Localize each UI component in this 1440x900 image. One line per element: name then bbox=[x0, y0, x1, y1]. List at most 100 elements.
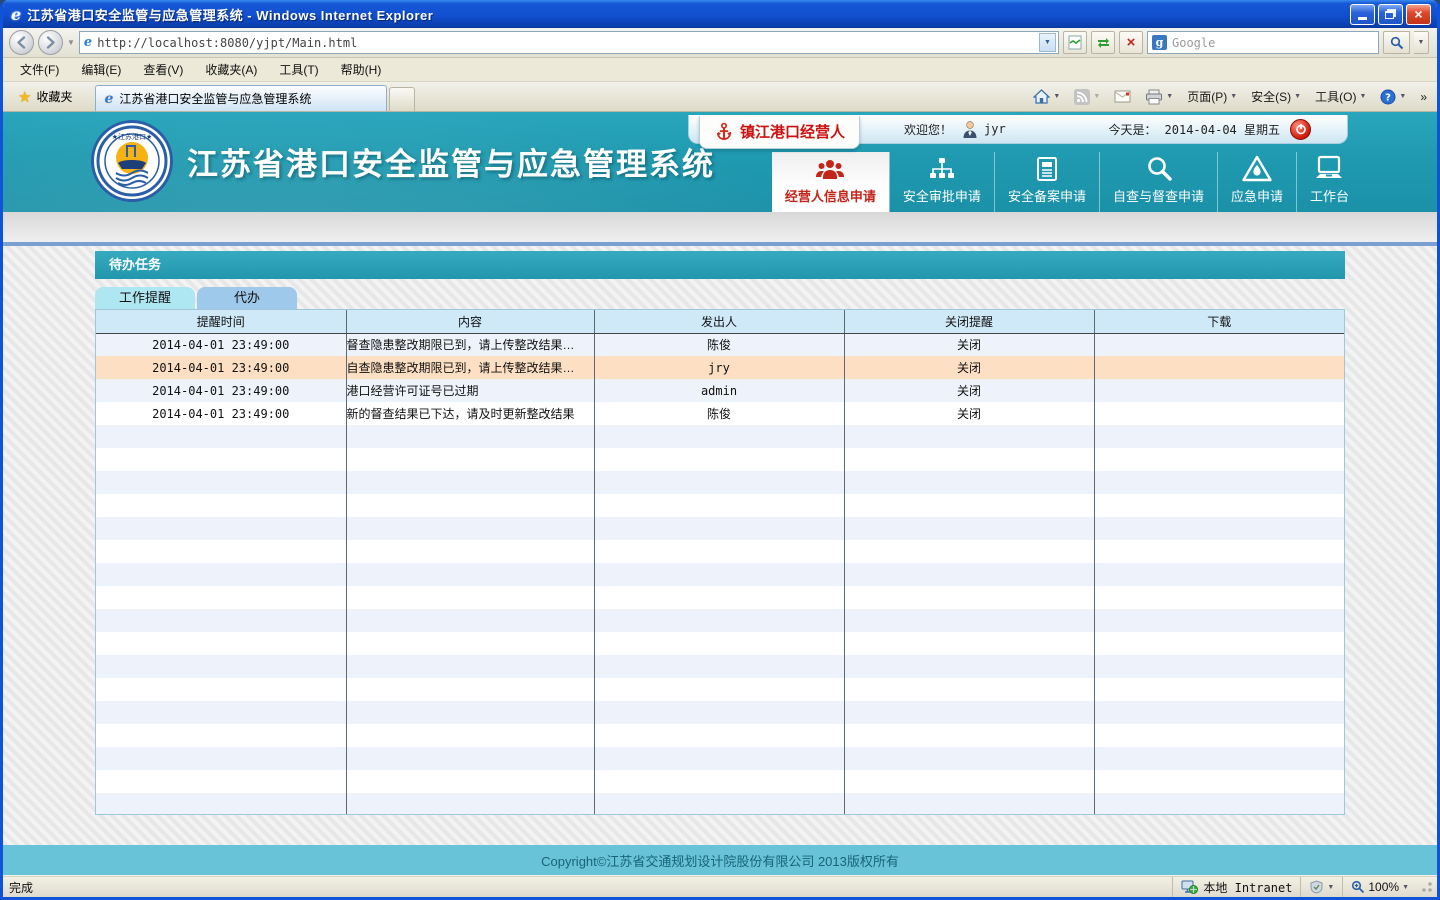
zoom-control[interactable]: 100% ▼ bbox=[1342, 877, 1417, 897]
close-reminder-link[interactable]: 关闭 bbox=[957, 338, 981, 352]
compatibility-button[interactable] bbox=[1063, 31, 1087, 54]
cell-download bbox=[1094, 793, 1344, 815]
cell-sender: 陈俊 bbox=[594, 402, 844, 425]
today-label: 今天是： bbox=[1109, 121, 1157, 138]
tools-menu[interactable]: 工具(O) ▼ bbox=[1309, 85, 1372, 108]
cell-sender bbox=[594, 609, 844, 632]
cell-download bbox=[1094, 747, 1344, 770]
cell-download bbox=[1094, 333, 1344, 356]
close-button[interactable]: × bbox=[1406, 4, 1431, 25]
favorites-star-icon: ★ bbox=[18, 88, 31, 106]
cell-remind-time: 2014-04-01 23:49:00 bbox=[96, 356, 346, 379]
cell-sender bbox=[594, 793, 844, 815]
cell-close bbox=[844, 655, 1094, 678]
minimize-button[interactable] bbox=[1350, 4, 1375, 25]
nav-safety-filing[interactable]: 安全备案申请 bbox=[994, 152, 1099, 212]
more-commands-button[interactable]: » bbox=[1414, 87, 1433, 107]
refresh-button[interactable] bbox=[1091, 31, 1115, 54]
menu-file[interactable]: 文件(F) bbox=[9, 58, 70, 81]
user-avatar-icon bbox=[962, 120, 978, 138]
feeds-icon bbox=[1074, 89, 1090, 105]
nav-label: 安全审批申请 bbox=[903, 186, 981, 205]
address-field[interactable]: e http://localhost:8080/yjpt/Main.html ▼ bbox=[79, 31, 1059, 54]
refresh-icon bbox=[1096, 36, 1111, 50]
logout-power-icon bbox=[1295, 123, 1307, 135]
tab-todo[interactable]: 代办 bbox=[197, 287, 297, 309]
browser-tab[interactable]: e 江苏省港口安全监管与应急管理系统 bbox=[95, 85, 387, 111]
page-menu[interactable]: 页面(P) ▼ bbox=[1181, 85, 1243, 108]
logout-button[interactable] bbox=[1290, 119, 1311, 140]
search-icon bbox=[1390, 36, 1404, 50]
app-header: ★江苏港口★ 江苏省港口安全监管与应急管理系统 镇江港口经营人 欢迎您！ bbox=[3, 112, 1437, 212]
table-header-row: 提醒时间 内容 发出人 关闭提醒 下载 bbox=[96, 310, 1344, 333]
col-close-reminder: 关闭提醒 bbox=[844, 310, 1094, 333]
tab-work-reminder[interactable]: 工作提醒 bbox=[95, 287, 195, 309]
menu-view[interactable]: 查看(V) bbox=[132, 58, 194, 81]
favorites-bar: ★ 收藏夹 e 江苏省港口安全监管与应急管理系统 ▼ ▼ ▼ bbox=[3, 82, 1437, 112]
cell-content: 督查隐患整改期限已到，请上传整改结果… bbox=[346, 333, 594, 356]
empty-row bbox=[96, 494, 1344, 517]
cell-close[interactable]: 关闭 bbox=[844, 333, 1094, 356]
cell-close bbox=[844, 632, 1094, 655]
menu-favorites[interactable]: 收藏夹(A) bbox=[194, 58, 268, 81]
task-row[interactable]: 2014-04-01 23:49:00港口经营许可证号已过期admin关闭 bbox=[96, 379, 1344, 402]
restore-button[interactable] bbox=[1378, 4, 1403, 25]
copyright-text: Copyright©江苏省交通规划设计院股份有限公司 2013版权所有 bbox=[541, 851, 899, 870]
empty-row bbox=[96, 425, 1344, 448]
print-button[interactable]: ▼ bbox=[1139, 86, 1179, 108]
close-reminder-link[interactable]: 关闭 bbox=[957, 407, 981, 421]
cell-close[interactable]: 关闭 bbox=[844, 402, 1094, 425]
resize-grip[interactable] bbox=[1421, 881, 1433, 893]
history-dropdown[interactable]: ▼ bbox=[67, 38, 75, 47]
search-dropdown[interactable]: ▼ bbox=[1414, 31, 1429, 54]
gauge-button[interactable]: ▼ bbox=[1300, 877, 1342, 897]
new-tab-button[interactable] bbox=[389, 87, 415, 111]
back-button[interactable] bbox=[9, 30, 34, 55]
sub-header-band bbox=[3, 212, 1437, 242]
svg-text:?: ? bbox=[1385, 92, 1391, 103]
stop-icon: × bbox=[1127, 35, 1136, 50]
forward-button[interactable] bbox=[38, 30, 63, 55]
cell-close bbox=[844, 448, 1094, 471]
home-dropdown-icon: ▼ bbox=[1053, 93, 1060, 100]
nav-emergency[interactable]: 应急申请 bbox=[1217, 152, 1296, 212]
nav-self-supervision[interactable]: 自查与督查申请 bbox=[1099, 152, 1217, 212]
security-menu[interactable]: 安全(S) ▼ bbox=[1245, 85, 1307, 108]
close-reminder-link[interactable]: 关闭 bbox=[957, 384, 981, 398]
cell-content bbox=[346, 724, 594, 747]
nav-safety-approval[interactable]: 安全审批申请 bbox=[889, 152, 994, 212]
stop-button[interactable]: × bbox=[1119, 31, 1143, 54]
nav-workbench[interactable]: 工作台 bbox=[1296, 152, 1362, 212]
help-button[interactable]: ? ▼ bbox=[1374, 86, 1412, 108]
search-button[interactable] bbox=[1383, 31, 1410, 54]
menu-help[interactable]: 帮助(H) bbox=[330, 58, 393, 81]
feeds-button[interactable]: ▼ bbox=[1068, 86, 1106, 108]
cell-close[interactable]: 关闭 bbox=[844, 379, 1094, 402]
home-button[interactable]: ▼ bbox=[1027, 86, 1066, 107]
gauge-icon bbox=[1309, 880, 1324, 894]
task-row[interactable]: 2014-04-01 23:49:00督查隐患整改期限已到，请上传整改结果…陈俊… bbox=[96, 333, 1344, 356]
menu-tools[interactable]: 工具(T) bbox=[268, 58, 329, 81]
app-title: 江苏省港口安全监管与应急管理系统 bbox=[187, 139, 715, 184]
address-dropdown[interactable]: ▼ bbox=[1039, 33, 1056, 52]
zone-icon bbox=[1181, 880, 1198, 894]
mail-button[interactable] bbox=[1108, 87, 1137, 106]
menu-edit[interactable]: 编辑(E) bbox=[70, 58, 132, 81]
cell-content: 港口经营许可证号已过期 bbox=[346, 379, 594, 402]
cell-remind-time bbox=[96, 563, 346, 586]
cell-remind-time bbox=[96, 517, 346, 540]
search-box[interactable]: g Google bbox=[1147, 31, 1379, 54]
col-download: 下载 bbox=[1094, 310, 1344, 333]
nav-operator-info[interactable]: 经营人信息申请 bbox=[772, 152, 889, 212]
cell-download bbox=[1094, 655, 1344, 678]
favorites-button[interactable]: ★ 收藏夹 bbox=[9, 83, 81, 111]
task-row[interactable]: 2014-04-01 23:49:00自查隐患整改期限已到，请上传整改结果…jr… bbox=[96, 356, 1344, 379]
empty-row bbox=[96, 655, 1344, 678]
tools-menu-label: 工具(O) bbox=[1315, 88, 1356, 105]
address-url[interactable]: http://localhost:8080/yjpt/Main.html bbox=[97, 36, 1034, 50]
col-sender: 发出人 bbox=[594, 310, 844, 333]
task-row[interactable]: 2014-04-01 23:49:00新的督查结果已下达，请及时更新整改结果陈俊… bbox=[96, 402, 1344, 425]
cell-close[interactable]: 关闭 bbox=[844, 356, 1094, 379]
col-content: 内容 bbox=[346, 310, 594, 333]
close-reminder-link[interactable]: 关闭 bbox=[957, 361, 981, 375]
